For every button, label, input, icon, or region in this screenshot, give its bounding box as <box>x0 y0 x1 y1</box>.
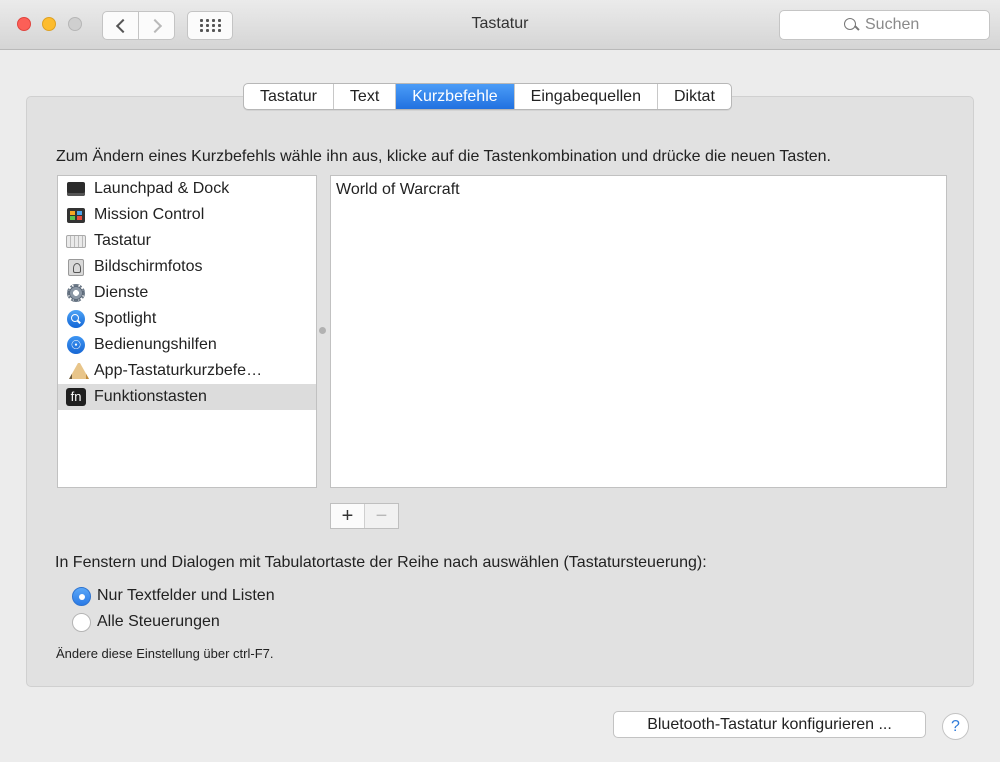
tab-text[interactable]: Text <box>334 84 397 109</box>
category-label: Spotlight <box>94 310 157 327</box>
category-item-funktionstasten[interactable]: fn Funktionstasten <box>58 384 316 410</box>
fn-key-icon: fn <box>66 388 86 406</box>
tab-kurzbefehle[interactable]: Kurzbefehle <box>396 84 515 109</box>
category-item-dienste[interactable]: Dienste <box>58 280 316 306</box>
category-item-spotlight[interactable]: Spotlight <box>58 306 316 332</box>
category-label: App-Tastaturkurzbefe… <box>94 362 263 379</box>
category-label: Bildschirmfotos <box>94 258 203 275</box>
radio-label: Alle Steuerungen <box>97 613 220 630</box>
title-bar: Tastatur <box>0 0 1000 50</box>
radio-label: Nur Textfelder und Listen <box>97 587 275 604</box>
category-item-tastatur[interactable]: Tastatur <box>58 228 316 254</box>
category-label: Funktionstasten <box>94 388 207 405</box>
remove-button[interactable]: − <box>364 504 398 528</box>
instructions-text: Zum Ändern eines Kurzbefehls wähle ihn a… <box>56 148 831 165</box>
add-button[interactable]: + <box>331 504 364 528</box>
accessibility-icon: ☉ <box>66 336 86 354</box>
list-item[interactable]: World of Warcraft <box>336 181 460 199</box>
category-label: Tastatur <box>94 232 151 249</box>
help-button[interactable]: ? <box>942 713 969 740</box>
category-item-mission-control[interactable]: Mission Control <box>58 202 316 228</box>
tab-eingabequellen[interactable]: Eingabequellen <box>515 84 658 109</box>
category-label: Dienste <box>94 284 149 301</box>
keyboard-navigation-label: In Fenstern und Dialogen mit Tabulatorta… <box>55 554 707 571</box>
shortcut-hint: Ändere diese Einstellung über ctrl-F7. <box>56 646 274 661</box>
category-item-bedienungshilfen[interactable]: ☉ Bedienungshilfen <box>58 332 316 358</box>
app-store-icon <box>66 362 86 380</box>
split-view-handle[interactable] <box>319 327 326 334</box>
keyboard-icon <box>66 232 86 250</box>
radio-all-controls[interactable]: Alle Steuerungen <box>72 611 220 633</box>
launchpad-icon <box>66 180 86 198</box>
search-input[interactable] <box>865 16 925 34</box>
tab-bar: Tastatur Text Kurzbefehle Eingabequellen… <box>243 83 732 110</box>
category-label: Launchpad & Dock <box>94 180 230 197</box>
tab-tastatur[interactable]: Tastatur <box>244 84 334 109</box>
gear-icon <box>66 284 86 302</box>
search-icon <box>844 18 858 32</box>
category-item-launchpad-dock[interactable]: Launchpad & Dock <box>58 176 316 202</box>
bluetooth-keyboard-button[interactable]: Bluetooth-Tastatur konfigurieren ... <box>613 711 926 738</box>
category-item-bildschirmfotos[interactable]: Bildschirmfotos <box>58 254 316 280</box>
screenshot-icon <box>66 258 86 276</box>
tab-diktat[interactable]: Diktat <box>658 84 731 109</box>
radio-button-selected[interactable] <box>72 586 91 606</box>
radio-button[interactable] <box>72 612 91 632</box>
category-label: Mission Control <box>94 206 205 223</box>
category-label: Bedienungshilfen <box>94 336 217 353</box>
search-field[interactable] <box>779 10 990 40</box>
category-list[interactable]: Launchpad & Dock Mission Control Tastatu… <box>57 175 317 488</box>
category-item-app-shortcuts[interactable]: App-Tastaturkurzbefe… <box>58 358 316 384</box>
radio-text-fields-lists[interactable]: Nur Textfelder und Listen <box>72 585 275 607</box>
mission-control-icon <box>66 206 86 224</box>
spotlight-icon <box>66 310 86 328</box>
add-remove-control: + − <box>330 503 399 529</box>
shortcut-list[interactable]: World of Warcraft <box>330 175 947 488</box>
